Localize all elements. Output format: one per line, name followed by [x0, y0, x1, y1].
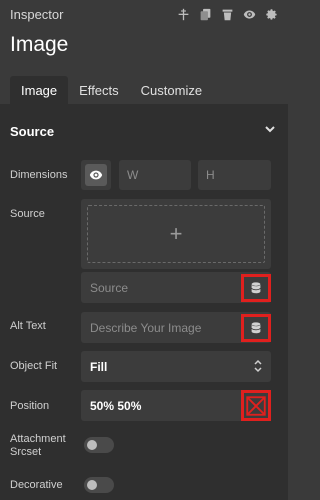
- object-fit-select[interactable]: Fill: [81, 351, 271, 382]
- position-picker-button[interactable]: [241, 390, 271, 421]
- database-icon: [251, 322, 261, 334]
- alt-text-label: Alt Text: [10, 320, 46, 332]
- decorative-label: Decorative: [10, 479, 63, 491]
- database-icon: [251, 282, 261, 294]
- gear-icon[interactable]: [264, 7, 278, 21]
- eye-preview-icon: [85, 164, 107, 186]
- tab-customize[interactable]: Customize: [130, 76, 213, 104]
- source-dynamic-data-button[interactable]: [241, 274, 271, 302]
- height-input[interactable]: H: [198, 160, 271, 190]
- page-title: Image: [10, 33, 69, 56]
- crosshair-x-icon: [246, 395, 266, 416]
- inspector-panel: Source Dimensions W H Source + Source Al…: [0, 104, 288, 500]
- eye-icon[interactable]: [242, 7, 256, 21]
- tab-effects[interactable]: Effects: [68, 76, 130, 104]
- height-placeholder: H: [206, 168, 215, 182]
- select-chevrons-icon: [254, 359, 262, 373]
- attachment-srcset-label: Attachment Srcset: [10, 433, 66, 459]
- add-image-icon: +: [87, 205, 265, 263]
- dimensions-preset-button[interactable]: [81, 160, 111, 190]
- alt-text-dynamic-data-button[interactable]: [241, 314, 271, 342]
- dimensions-label: Dimensions: [10, 169, 68, 181]
- object-fit-value: Fill: [90, 359, 108, 374]
- alt-text-placeholder: Describe Your Image: [90, 320, 202, 335]
- decorative-toggle[interactable]: [84, 477, 114, 493]
- tab-bar: Image Effects Customize: [0, 76, 288, 104]
- pin-icon[interactable]: [176, 7, 190, 21]
- width-placeholder: W: [127, 168, 139, 182]
- section-source-header[interactable]: Source: [10, 122, 276, 140]
- app-title: Inspector: [10, 6, 64, 22]
- source-placeholder: Source: [90, 280, 129, 295]
- section-title: Source: [10, 123, 55, 139]
- attachment-srcset-label-line1: Attachment: [10, 433, 66, 445]
- width-input[interactable]: W: [119, 160, 191, 190]
- attachment-srcset-label-line2: Srcset: [10, 446, 42, 458]
- position-label: Position: [10, 400, 50, 412]
- inspector-header: Inspector: [0, 0, 288, 28]
- chevron-down-icon: [264, 122, 276, 140]
- position-value: 50% 50%: [90, 398, 142, 413]
- source-label: Source: [10, 208, 45, 220]
- tab-image[interactable]: Image: [10, 76, 69, 104]
- header-actions: [176, 7, 278, 21]
- copy-icon[interactable]: [198, 7, 212, 21]
- object-fit-label: Object Fit: [10, 360, 58, 372]
- image-dropzone[interactable]: +: [81, 199, 271, 269]
- attachment-srcset-toggle[interactable]: [84, 437, 114, 453]
- trash-icon[interactable]: [220, 7, 234, 21]
